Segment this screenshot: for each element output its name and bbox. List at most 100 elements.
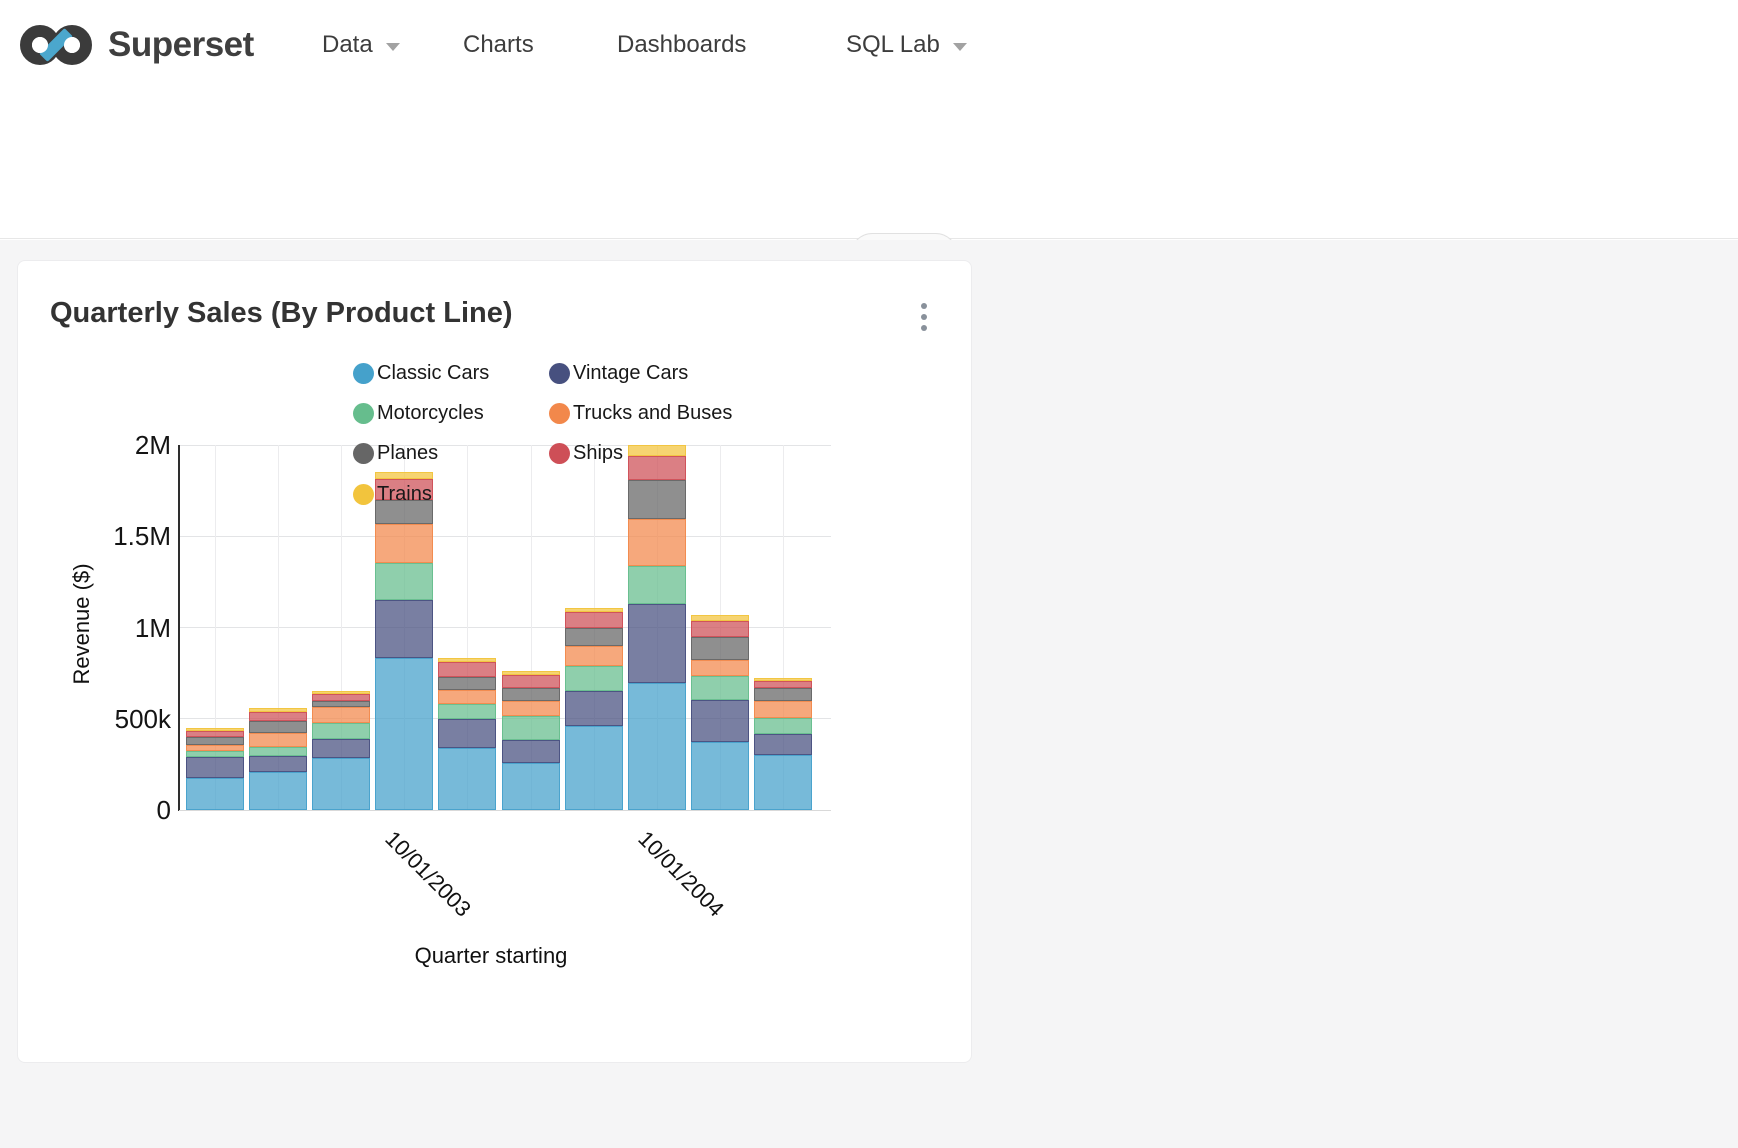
- bar-segment[interactable]: [628, 445, 686, 456]
- bar-segment[interactable]: [754, 718, 812, 734]
- superset-infinity-icon: [20, 25, 92, 65]
- chart-options-kebab-icon[interactable]: [908, 293, 940, 341]
- bar-segment[interactable]: [186, 745, 244, 751]
- legend-label: Trains: [377, 483, 432, 506]
- bar-segment[interactable]: [375, 658, 433, 810]
- x-axis-tick-label: 10/01/2003: [380, 826, 476, 922]
- bar-segment[interactable]: [691, 615, 749, 621]
- bar-segment[interactable]: [754, 688, 812, 701]
- bar-segment[interactable]: [186, 757, 244, 778]
- bar-segment[interactable]: [754, 681, 812, 688]
- bar-segment[interactable]: [375, 472, 433, 479]
- bar-segment[interactable]: [249, 721, 307, 733]
- bar-segment[interactable]: [754, 734, 812, 756]
- legend-label: Trucks and Buses: [573, 402, 732, 425]
- navbar: Superset Data Charts Dashboards SQL Lab: [0, 0, 1738, 90]
- bar-segment[interactable]: [312, 758, 370, 810]
- bar-segment[interactable]: [565, 726, 623, 810]
- bar-segment[interactable]: [565, 608, 623, 612]
- nav-item-charts[interactable]: Charts: [463, 0, 534, 90]
- dashboard-body: Quarterly Sales (By Product Line) Revenu…: [0, 240, 1738, 1148]
- bar-segment[interactable]: [754, 701, 812, 718]
- bar-segment[interactable]: [628, 456, 686, 480]
- legend-label: Motorcycles: [377, 402, 484, 425]
- nav-item-data[interactable]: Data: [322, 0, 400, 90]
- bar-segment[interactable]: [691, 742, 749, 810]
- bar-segment[interactable]: [754, 755, 812, 810]
- legend-label: Classic Cars: [377, 362, 489, 385]
- bar-segment[interactable]: [438, 719, 496, 749]
- bar-segment[interactable]: [502, 701, 560, 716]
- bar-segment[interactable]: [438, 704, 496, 719]
- superset-logo[interactable]: Superset: [20, 0, 254, 90]
- nav-item-sql-lab[interactable]: SQL Lab: [846, 0, 967, 90]
- bar-segment[interactable]: [438, 658, 496, 662]
- chart-card: Quarterly Sales (By Product Line) Revenu…: [17, 260, 972, 1063]
- bar-segment[interactable]: [502, 716, 560, 740]
- bar-segment[interactable]: [375, 524, 433, 563]
- bar-segment[interactable]: [565, 666, 623, 691]
- bar-segment[interactable]: [628, 519, 686, 566]
- bar-segment[interactable]: [438, 748, 496, 810]
- bar-segment[interactable]: [249, 772, 307, 810]
- bar-segment[interactable]: [249, 712, 307, 721]
- legend-dot-icon: [353, 443, 374, 464]
- bar-segment[interactable]: [186, 737, 244, 744]
- bar-segment[interactable]: [691, 637, 749, 660]
- bar-segment[interactable]: [312, 707, 370, 724]
- bar-segment[interactable]: [249, 756, 307, 773]
- bar-segment[interactable]: [249, 747, 307, 756]
- bar-segment[interactable]: [312, 701, 370, 707]
- bar-segment[interactable]: [186, 731, 244, 737]
- y-axis-tick-label: 500k: [18, 704, 171, 735]
- bar-segment[interactable]: [312, 694, 370, 701]
- legend-item-motorcycles[interactable]: Motorcycles: [353, 402, 484, 425]
- legend-dot-icon: [549, 403, 570, 424]
- y-axis-tick-label: 1.5M: [18, 521, 171, 552]
- bar-segment[interactable]: [691, 660, 749, 676]
- nav-item-dashboards[interactable]: Dashboards: [617, 0, 746, 90]
- legend-item-classic-cars[interactable]: Classic Cars: [353, 362, 489, 385]
- bar-segment[interactable]: [628, 480, 686, 520]
- bar-segment[interactable]: [249, 733, 307, 747]
- bar-segment[interactable]: [438, 662, 496, 677]
- bar-segment[interactable]: [628, 604, 686, 683]
- legend-item-trucks-and-buses[interactable]: Trucks and Buses: [549, 402, 732, 425]
- legend-item-ships[interactable]: Ships: [549, 442, 623, 465]
- brand-name: Superset: [108, 25, 254, 65]
- bar-segment[interactable]: [186, 778, 244, 810]
- bar-segment[interactable]: [628, 566, 686, 604]
- legend-item-vintage-cars[interactable]: Vintage Cars: [549, 362, 688, 385]
- bar-segment[interactable]: [754, 678, 812, 681]
- bar-segment[interactable]: [186, 728, 244, 731]
- bar-segment[interactable]: [691, 700, 749, 743]
- bar-segment[interactable]: [502, 688, 560, 701]
- bar-segment[interactable]: [312, 691, 370, 695]
- bar-segment[interactable]: [312, 723, 370, 739]
- chart-title: Quarterly Sales (By Product Line): [50, 297, 513, 330]
- bar-segment[interactable]: [502, 740, 560, 764]
- bar-segment[interactable]: [565, 691, 623, 726]
- bar-segment[interactable]: [502, 763, 560, 810]
- bar-segment[interactable]: [691, 621, 749, 637]
- bar-segment[interactable]: [565, 612, 623, 629]
- y-axis-tick-label: 1M: [18, 613, 171, 644]
- bar-segment[interactable]: [502, 671, 560, 675]
- bar-segment[interactable]: [375, 600, 433, 659]
- legend-item-trains[interactable]: Trains: [353, 483, 432, 506]
- bar-segment[interactable]: [628, 683, 686, 810]
- bar-segment[interactable]: [502, 675, 560, 688]
- y-axis-tick-label: 2M: [18, 430, 171, 461]
- bar-segment[interactable]: [375, 563, 433, 600]
- x-axis-line: [179, 810, 831, 811]
- bar-segment[interactable]: [249, 708, 307, 711]
- bar-segment[interactable]: [438, 690, 496, 704]
- bar-segment[interactable]: [186, 751, 244, 757]
- bar-segment[interactable]: [565, 646, 623, 666]
- bar-segment[interactable]: [565, 628, 623, 646]
- bar-segment[interactable]: [691, 676, 749, 700]
- bar-segment[interactable]: [312, 739, 370, 758]
- gridline-horizontal: [179, 445, 831, 446]
- legend-item-planes[interactable]: Planes: [353, 442, 438, 465]
- bar-segment[interactable]: [438, 677, 496, 690]
